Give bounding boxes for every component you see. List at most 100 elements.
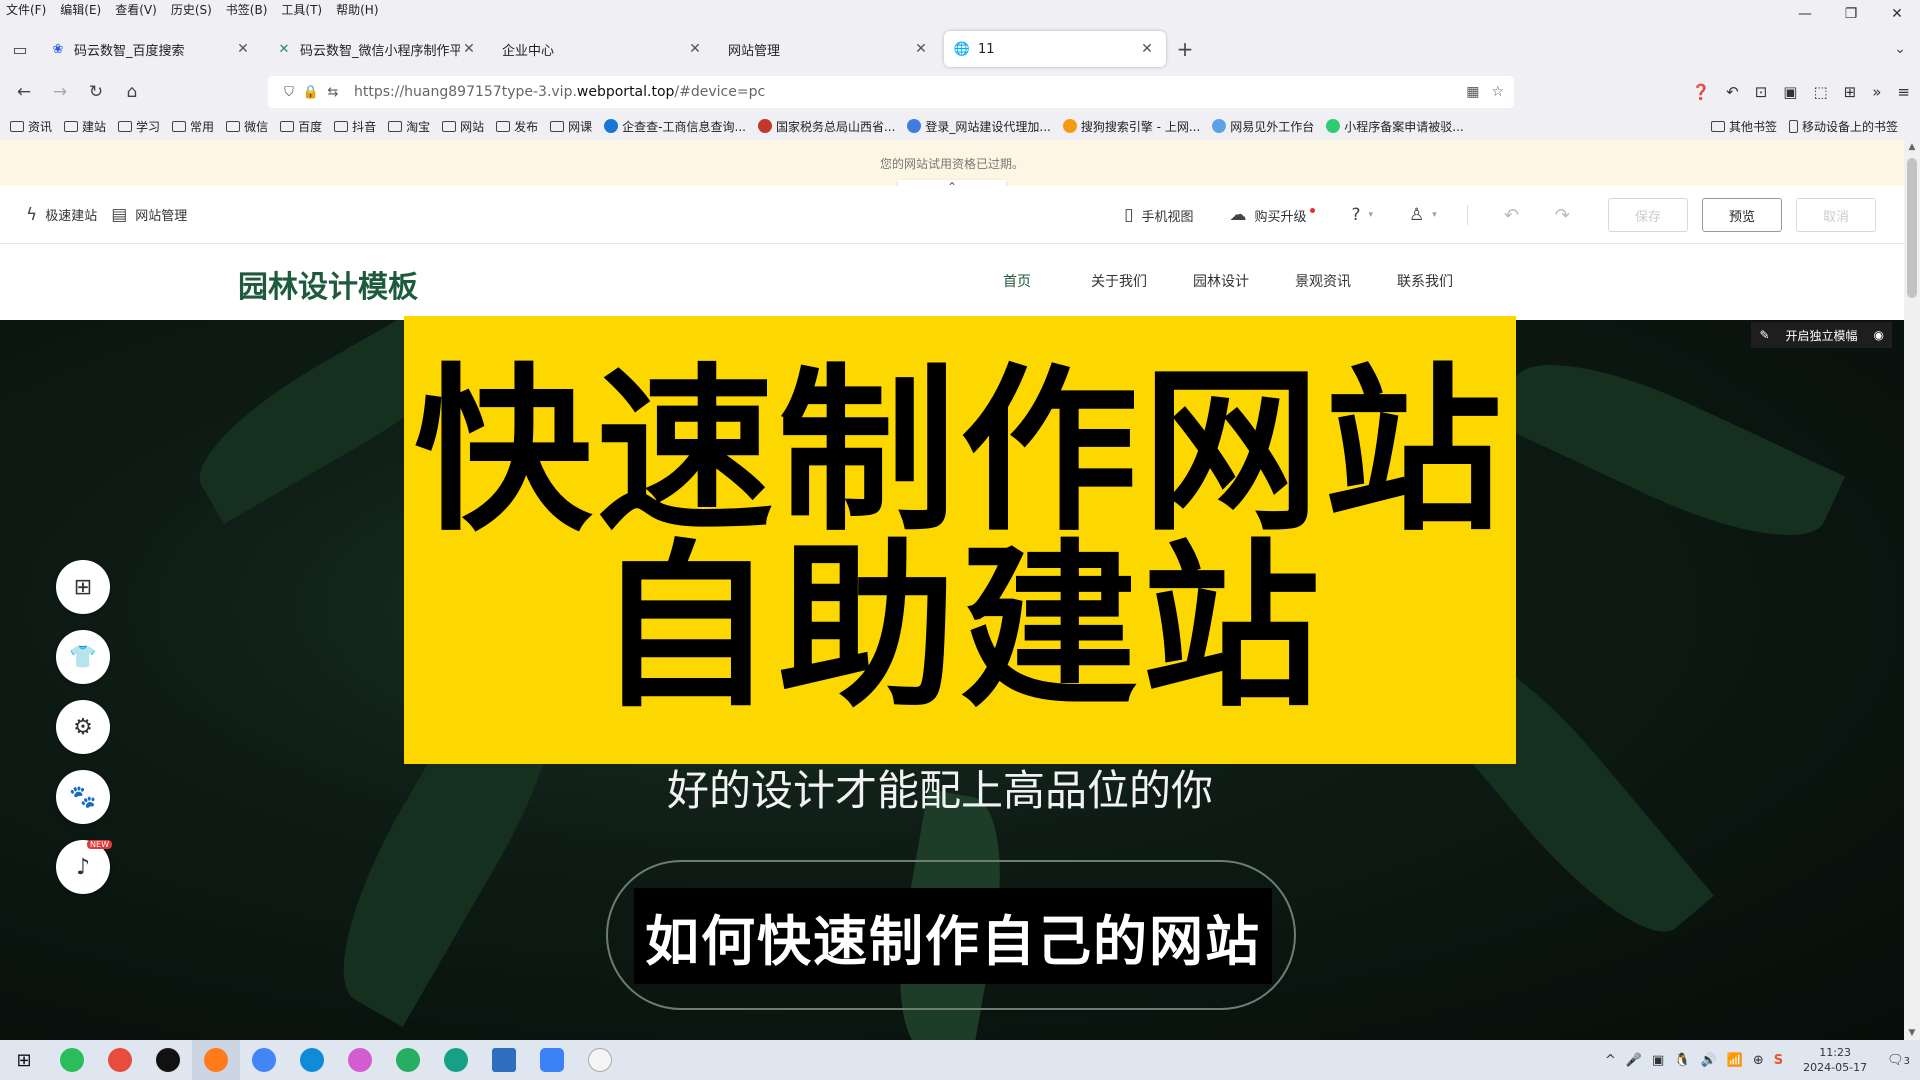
account-button[interactable]: ♙ ▾ (1409, 205, 1437, 225)
tab-manager-icon[interactable]: ▭ (0, 40, 40, 59)
permissions-icon[interactable]: ⇆ (322, 85, 344, 100)
bookmark-folder[interactable]: 抖音 (334, 118, 376, 135)
overflow-icon[interactable]: » (1872, 83, 1881, 101)
upgrade-button[interactable]: ☁ 购买升级 (1229, 205, 1316, 225)
scrollbar-thumb[interactable] (1907, 158, 1917, 298)
url-bar[interactable]: ⛉ 🔒 ⇆ https://huang897157type-3.vip.webp… (268, 76, 1514, 108)
colorful-app-icon[interactable] (336, 1040, 384, 1080)
grid-apps-icon[interactable]: ⊞ (56, 560, 110, 614)
tab-mayun[interactable]: ✕ 码云数智_微信小程序制作平台 ✕ (266, 31, 488, 67)
menu-help[interactable]: 帮助(H) (336, 1, 378, 18)
tab-enterprise[interactable]: 企业中心 ✕ (492, 31, 714, 67)
bookmark-site[interactable]: 国家税务总局山西省... (757, 118, 895, 135)
tray-expand-icon[interactable]: ^ (1605, 1053, 1616, 1068)
other-bookmarks[interactable]: 其他书签 (1710, 118, 1777, 135)
url-text[interactable]: https://huang897157type-3.vip.webportal.… (354, 84, 765, 100)
tab-list-icon[interactable]: ⌄ (1894, 41, 1906, 57)
close-icon[interactable]: ✕ (460, 41, 478, 57)
bookmark-site[interactable]: 搜狗搜索引擎 - 上网... (1062, 118, 1200, 135)
menu-icon[interactable]: ≡ (1897, 83, 1910, 101)
bookmark-folder[interactable]: 常用 (172, 118, 214, 135)
close-icon[interactable]: ✕ (912, 41, 930, 57)
bookmark-folder[interactable]: 淘宝 (388, 118, 430, 135)
pinwheel-icon[interactable] (96, 1040, 144, 1080)
edge-icon[interactable] (288, 1040, 336, 1080)
firefox-icon[interactable] (192, 1040, 240, 1080)
wifi-icon[interactable]: 📶 (1727, 1053, 1743, 1068)
menu-file[interactable]: 文件(F) (6, 1, 46, 18)
back-icon[interactable]: ← (6, 82, 42, 102)
bookmark-folder[interactable]: 发布 (496, 118, 538, 135)
close-icon[interactable]: ✕ (234, 41, 252, 57)
tab-site-manage[interactable]: 网站管理 ✕ (718, 31, 940, 67)
help-extension-icon[interactable]: ❓ (1691, 83, 1710, 101)
bookmark-site[interactable]: 登录_网站建设代理加... (907, 118, 1051, 135)
translate-icon[interactable]: ⊞ (1844, 83, 1857, 101)
save-button[interactable]: 保存 (1608, 198, 1688, 232)
microphone-icon[interactable]: 🎤 (1626, 1053, 1642, 1068)
clock[interactable]: 11:23 2024-05-17 (1803, 1045, 1867, 1075)
scroll-down-icon[interactable]: ▼ (1904, 1028, 1920, 1038)
help-button[interactable]: ? ▾ (1351, 205, 1373, 225)
page-scrollbar[interactable]: ▲ ▼ (1904, 140, 1920, 1040)
tab-active[interactable]: 🌐 11 ✕ (944, 31, 1166, 67)
display-icon[interactable]: ▣ (1652, 1053, 1664, 1068)
notification-icon[interactable]: 🗨3 (1887, 1053, 1910, 1068)
settings-gear-icon[interactable]: ⚙ (56, 700, 110, 754)
pill-app-icon[interactable] (576, 1040, 624, 1080)
bookmark-site[interactable]: 企查查-工商信息查询... (604, 118, 746, 135)
bookmark-folder[interactable]: 资讯 (10, 118, 52, 135)
cancel-button[interactable]: 取消 (1796, 198, 1876, 232)
close-icon[interactable]: ✕ (686, 41, 704, 57)
site-nav-home[interactable]: 首页 (966, 244, 1068, 320)
quick-build-button[interactable]: ϟ 极速建站 (26, 205, 97, 225)
bookmark-folder[interactable]: 学习 (118, 118, 160, 135)
qq-tray-icon[interactable]: 🐧 (1674, 1053, 1690, 1068)
preview-button[interactable]: 预览 (1702, 198, 1782, 232)
qq-icon[interactable] (144, 1040, 192, 1080)
ie-green-icon[interactable] (384, 1040, 432, 1080)
eye-icon[interactable]: ◉ (1866, 328, 1892, 342)
menu-bookmarks[interactable]: 书签(B) (226, 1, 268, 18)
sogou-input-icon[interactable]: S (1774, 1053, 1783, 1068)
bookmark-site[interactable]: 小程序备案申请被驳... (1326, 118, 1464, 135)
lock-icon[interactable]: 🔒 (300, 85, 322, 100)
site-manage-button[interactable]: ▤ 网站管理 (111, 205, 187, 225)
scroll-up-icon[interactable]: ▲ (1904, 142, 1920, 152)
menu-tools[interactable]: 工具(T) (281, 1, 322, 18)
new-tab-button[interactable]: + (1170, 37, 1200, 61)
wechat-icon[interactable] (48, 1040, 96, 1080)
independent-banner-toggle[interactable]: 开启独立模幅 (1778, 327, 1866, 344)
bookmark-site[interactable]: 网易见外工作台 (1212, 118, 1314, 135)
volume-icon[interactable]: 🔊 (1701, 1053, 1717, 1068)
language-icon[interactable]: ⊕ (1753, 1053, 1764, 1068)
reload-icon[interactable]: ↻ (78, 82, 114, 102)
bookmark-folder[interactable]: 建站 (64, 118, 106, 135)
menu-edit[interactable]: 编辑(E) (60, 1, 101, 18)
bookmark-folder[interactable]: 网站 (442, 118, 484, 135)
feather-app-icon[interactable] (528, 1040, 576, 1080)
windows-start-icon[interactable]: ⊞ (0, 1040, 48, 1080)
restore-button[interactable]: ❐ (1828, 0, 1874, 28)
home-icon[interactable]: ⌂ (114, 82, 150, 102)
mobile-view-button[interactable]: ▯ 手机视图 (1124, 205, 1193, 225)
shield-icon[interactable]: ⛉ (278, 85, 300, 100)
undo-button[interactable]: ↶ (1504, 205, 1519, 226)
menu-view[interactable]: 查看(V) (115, 1, 157, 18)
container-icon[interactable]: ▣ (1783, 83, 1797, 101)
minimize-button[interactable]: — (1782, 0, 1828, 28)
shirt-theme-icon[interactable]: 👕 (56, 630, 110, 684)
bookmark-folder[interactable]: 微信 (226, 118, 268, 135)
site-nav-contact[interactable]: 联系我们 (1374, 244, 1476, 320)
edit-icon[interactable]: ✎ (1751, 328, 1777, 342)
site-nav-news[interactable]: 景观资讯 (1272, 244, 1374, 320)
qr-code-icon[interactable]: ▦ (1466, 84, 1479, 100)
mobile-bookmarks[interactable]: 移动设备上的书签 (1788, 118, 1898, 135)
window-app-icon[interactable] (480, 1040, 528, 1080)
forward-icon[interactable]: → (42, 82, 78, 102)
close-window-button[interactable]: ✕ (1874, 0, 1920, 28)
site-nav-design[interactable]: 园林设计 (1170, 244, 1272, 320)
crop-icon[interactable]: ⊡ (1755, 83, 1768, 101)
music-icon[interactable]: ♪ NEW (56, 840, 112, 894)
redo-button[interactable]: ↷ (1555, 205, 1570, 226)
